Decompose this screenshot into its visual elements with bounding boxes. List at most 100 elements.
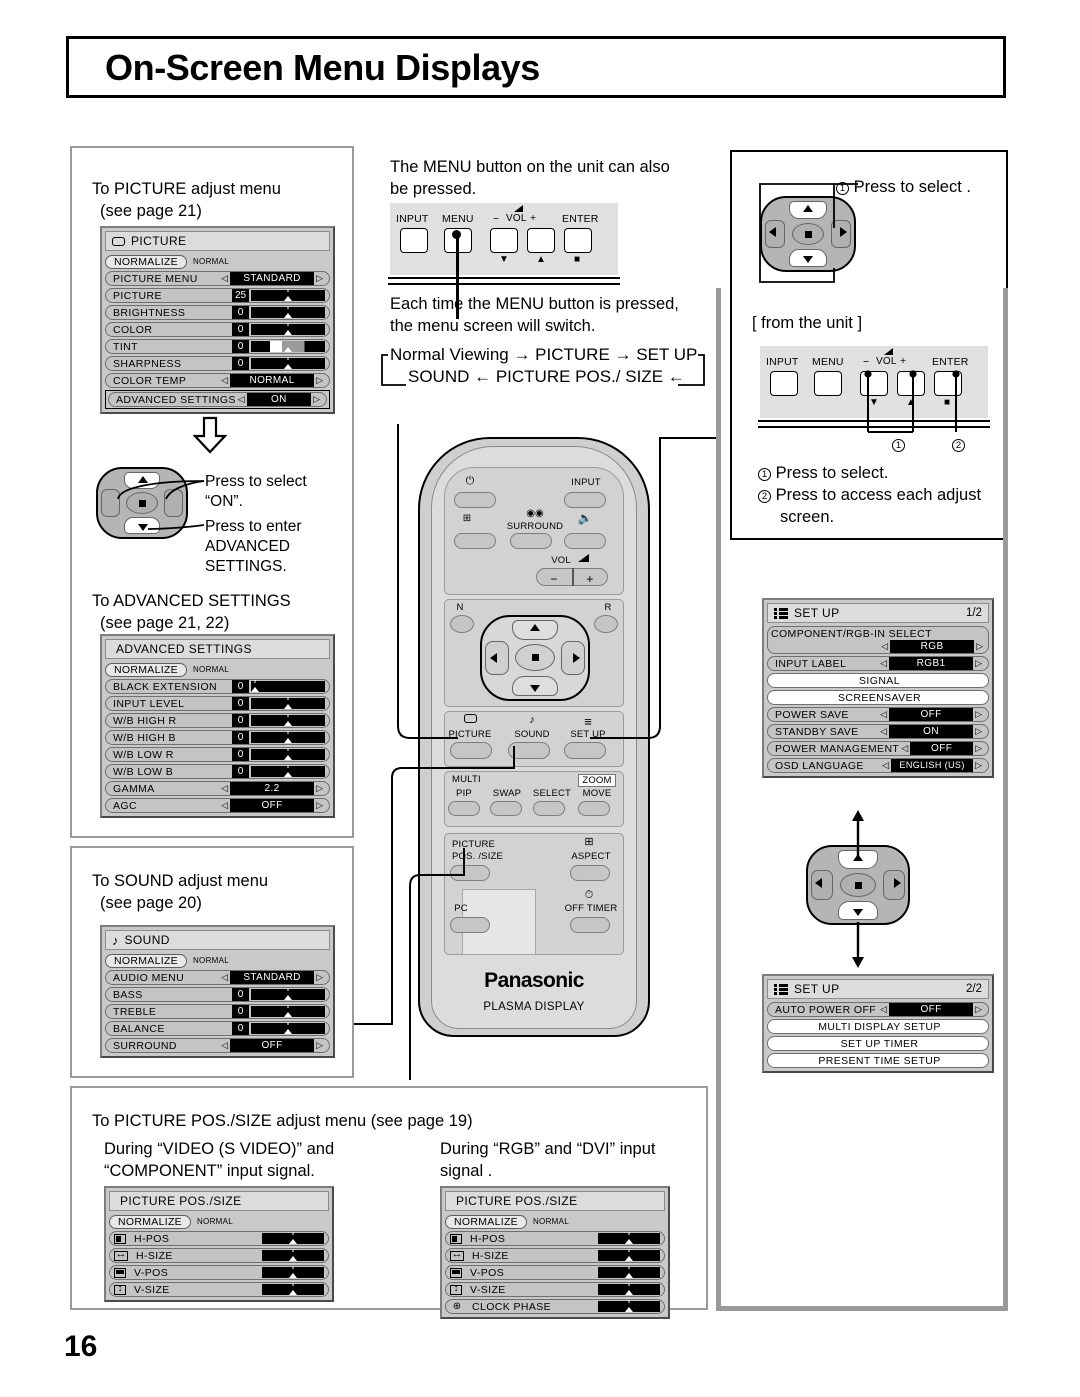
- right-arrow-icon[interactable]: ▷: [314, 800, 325, 811]
- slider-bar[interactable]: [251, 731, 325, 743]
- normalize-button[interactable]: NORMALIZE: [109, 1214, 191, 1229]
- slider-bar[interactable]: [262, 1232, 324, 1244]
- menu-row-input-label[interactable]: INPUT LABEL ◁ RGB1 ▷: [767, 656, 989, 671]
- unit-button-vol-down[interactable]: [490, 228, 518, 253]
- menu-row-audio-menu[interactable]: AUDIO MENU ◁ STANDARD ▷: [105, 970, 330, 985]
- right-arrow-icon[interactable]: ▷: [973, 743, 984, 754]
- slider-bar[interactable]: [251, 341, 325, 352]
- menu-row-treble[interactable]: TREBLE 0: [105, 1004, 330, 1019]
- left-arrow-icon[interactable]: ◁: [219, 800, 230, 811]
- slider-bar[interactable]: [262, 1249, 324, 1261]
- right-arrow-icon[interactable]: ▷: [973, 709, 984, 720]
- left-arrow-icon[interactable]: ◁: [219, 783, 230, 794]
- slider-bar[interactable]: [262, 1283, 324, 1295]
- slider-bar[interactable]: [251, 306, 325, 318]
- menu-row-color[interactable]: COLOR 0: [105, 322, 330, 337]
- menu-row-wb-high-r[interactable]: W/B HIGH R 0: [105, 713, 330, 728]
- right-arrow-icon[interactable]: ▷: [314, 972, 325, 983]
- left-arrow-icon[interactable]: ◁: [899, 743, 910, 754]
- normalize-button[interactable]: NORMALIZE: [105, 254, 187, 269]
- slider-bar[interactable]: [251, 748, 325, 760]
- menu-row-v-size[interactable]: V-SIZE: [445, 1282, 665, 1297]
- left-arrow-icon[interactable]: ◁: [219, 273, 230, 284]
- right-arrow-icon[interactable]: ▷: [314, 273, 325, 284]
- menu-row-balance[interactable]: BALANCE 0: [105, 1021, 330, 1036]
- right-arrow-icon[interactable]: ▷: [973, 726, 984, 737]
- menu-row-v-pos[interactable]: V-POS: [109, 1265, 329, 1280]
- right-arrow-icon[interactable]: ▷: [973, 760, 984, 771]
- unit-button-enter[interactable]: [564, 228, 592, 253]
- unit-button-vol-up[interactable]: [527, 228, 555, 253]
- menu-row-brightness[interactable]: BRIGHTNESS 0: [105, 305, 330, 320]
- left-arrow-icon[interactable]: ◁: [219, 1040, 230, 1051]
- menu-row-present-time-setup[interactable]: PRESENT TIME SETUP: [767, 1053, 989, 1068]
- menu-row-gamma[interactable]: GAMMA ◁ 2.2 ▷: [105, 781, 330, 796]
- slider-bar[interactable]: [598, 1249, 660, 1261]
- slider-bar[interactable]: [251, 988, 325, 1000]
- menu-row-power-management[interactable]: POWER MANAGEMENT ◁ OFF ▷: [767, 741, 989, 756]
- right-arrow-icon[interactable]: ▷: [314, 1040, 325, 1051]
- slider-bar[interactable]: [251, 1005, 325, 1017]
- slider-bar[interactable]: [262, 1266, 324, 1278]
- normalize-button[interactable]: NORMALIZE: [445, 1214, 527, 1229]
- menu-row-multi-display-setup[interactable]: MULTI DISPLAY SETUP: [767, 1019, 989, 1034]
- menu-row-color-temp[interactable]: COLOR TEMP ◁ NORMAL ▷: [105, 373, 330, 388]
- left-arrow-icon[interactable]: ◁: [878, 709, 889, 720]
- menu-row-h-pos[interactable]: H-POS: [445, 1231, 665, 1246]
- menu-row-auto-power-off[interactable]: AUTO POWER OFF ◁ OFF ▷: [767, 1002, 989, 1017]
- menu-row-sharpness[interactable]: SHARPNESS 0: [105, 356, 330, 371]
- menu-row-input-level[interactable]: INPUT LEVEL 0: [105, 696, 330, 711]
- left-arrow-icon[interactable]: ◁: [878, 658, 889, 669]
- menu-row-black-extension[interactable]: BLACK EXTENSION 0: [105, 679, 330, 694]
- right-arrow-icon[interactable]: ▷: [314, 783, 325, 794]
- menu-row-osd-language[interactable]: OSD LANGUAGE ◁ ENGLISH (US) ▷: [767, 758, 989, 773]
- menu-row-advanced-settings[interactable]: ADVANCED SETTINGS ◁ ON ▷: [108, 392, 327, 407]
- menu-row-v-size[interactable]: V-SIZE: [109, 1282, 329, 1297]
- slider-bar[interactable]: [251, 714, 325, 726]
- left-arrow-icon[interactable]: ◁: [878, 726, 889, 737]
- slider-bar[interactable]: [251, 765, 325, 777]
- normalize-button[interactable]: NORMALIZE: [105, 953, 187, 968]
- menu-row-standby-save[interactable]: STANDBY SAVE ◁ ON ▷: [767, 724, 989, 739]
- slider-bar[interactable]: [251, 697, 325, 709]
- menu-row-bass[interactable]: BASS 0: [105, 987, 330, 1002]
- menu-row-h-size[interactable]: H-SIZE: [109, 1248, 329, 1263]
- left-arrow-icon[interactable]: ◁: [236, 394, 247, 405]
- slider-bar[interactable]: [251, 680, 325, 692]
- slider-bar[interactable]: [598, 1300, 660, 1312]
- left-arrow-icon[interactable]: ◁: [219, 375, 230, 386]
- left-arrow-icon[interactable]: ◁: [878, 1004, 889, 1015]
- right-arrow-icon[interactable]: ▷: [311, 394, 322, 405]
- slider-bar[interactable]: [251, 323, 325, 335]
- left-arrow-icon[interactable]: ◁: [219, 972, 230, 983]
- normalize-button[interactable]: NORMALIZE: [105, 662, 187, 677]
- right-arrow-icon[interactable]: ▷: [314, 375, 325, 386]
- menu-row-wb-low-b[interactable]: W/B LOW B 0: [105, 764, 330, 779]
- menu-row-agc[interactable]: AGC ◁ OFF ▷: [105, 798, 330, 813]
- left-arrow-icon[interactable]: ◁: [879, 641, 890, 652]
- menu-row-h-size[interactable]: H-SIZE: [445, 1248, 665, 1263]
- menu-row-tint[interactable]: TINT 0: [105, 339, 330, 354]
- menu-row-set-up-timer[interactable]: SET UP TIMER: [767, 1036, 989, 1051]
- menu-row-signal[interactable]: SIGNAL: [767, 673, 989, 688]
- slider-bar[interactable]: [598, 1232, 660, 1244]
- menu-row-picture-menu[interactable]: PICTURE MENU ◁ STANDARD ▷: [105, 271, 330, 286]
- slider-bar[interactable]: [251, 357, 325, 369]
- menu-row-power-save[interactable]: POWER SAVE ◁ OFF ▷: [767, 707, 989, 722]
- slider-bar[interactable]: [598, 1266, 660, 1278]
- right-arrow-icon[interactable]: ▷: [973, 658, 984, 669]
- slider-bar[interactable]: [598, 1283, 660, 1295]
- menu-row-wb-low-r[interactable]: W/B LOW R 0: [105, 747, 330, 762]
- slider-bar[interactable]: [251, 1022, 325, 1034]
- right-arrow-icon[interactable]: ▷: [973, 1004, 984, 1015]
- slider-bar[interactable]: [251, 289, 325, 301]
- menu-row-wb-high-b[interactable]: W/B HIGH B 0: [105, 730, 330, 745]
- menu-row-v-pos[interactable]: V-POS: [445, 1265, 665, 1280]
- left-arrow-icon[interactable]: ◁: [880, 760, 891, 771]
- menu-row-picture[interactable]: PICTURE 25: [105, 288, 330, 303]
- menu-row-component-rgb-select[interactable]: COMPONENT/RGB-IN SELECT ◁ RGB ▷: [767, 626, 989, 654]
- menu-row-h-pos[interactable]: H-POS: [109, 1231, 329, 1246]
- menu-row-clock-phase[interactable]: ⊕ CLOCK PHASE: [445, 1299, 665, 1314]
- right-arrow-icon[interactable]: ▷: [974, 641, 985, 652]
- menu-row-surround[interactable]: SURROUND ◁ OFF ▷: [105, 1038, 330, 1053]
